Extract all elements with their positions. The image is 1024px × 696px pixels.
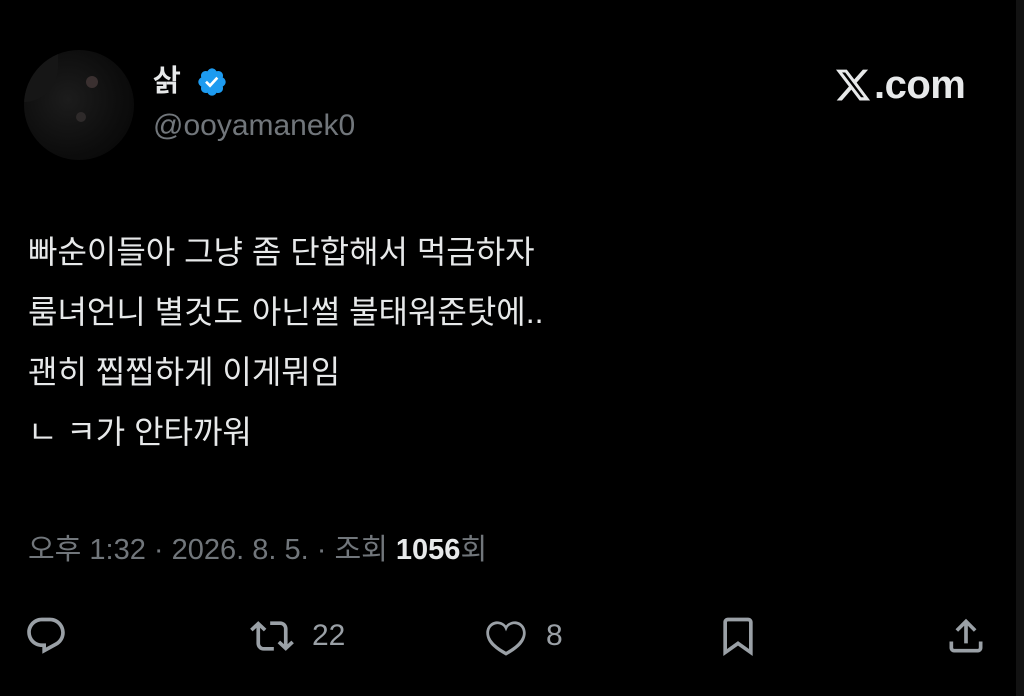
- tweet-time[interactable]: 오후 1:32: [28, 534, 146, 566]
- retweet-button[interactable]: 22: [250, 612, 345, 660]
- like-count: 8: [546, 619, 563, 652]
- share-button[interactable]: [944, 612, 988, 660]
- avatar-ear-shape: [24, 50, 58, 102]
- bookmark-icon: [723, 617, 753, 657]
- meta-separator: ·: [308, 534, 335, 566]
- x-logo-icon: [835, 69, 871, 101]
- tweet-actions: 22 8: [0, 604, 1024, 668]
- tweet-text-line: 룸녀언니 별것도 아닌썰 불태워준탓에..: [28, 294, 544, 330]
- share-icon: [949, 618, 983, 653]
- display-name[interactable]: 삵: [153, 64, 181, 100]
- reply-button[interactable]: [24, 612, 68, 660]
- retweet-count: 22: [312, 619, 346, 652]
- views-count: 1056: [395, 534, 461, 566]
- tweet-date[interactable]: 2026. 8. 5.: [172, 534, 309, 566]
- heart-icon: [486, 621, 526, 656]
- tweet-text-line: 괜히 찝찝하게 이게뭐임: [28, 354, 341, 390]
- avatar-eye-shape: [86, 76, 98, 88]
- brand-logo: .com: [834, 62, 966, 108]
- tweet-body: 빠순이들아 그냥 좀 단합해서 먹금하자 룸녀언니 별것도 아닌썰 불태워준탓에…: [28, 222, 928, 462]
- tweet-text-line: 빠순이들아 그냥 좀 단합해서 먹금하자: [28, 234, 535, 270]
- tweet-card: 삵 @ooyamanek0 .com 빠순이들아 그냥 좀 단합해서 먹금하자 …: [0, 0, 1024, 696]
- avatar-eye-shape: [76, 112, 86, 122]
- views-suffix: 회: [460, 534, 488, 566]
- user-handle[interactable]: @ooyamanek0: [153, 108, 355, 144]
- reply-icon: [27, 617, 65, 654]
- tweet-text-line: ㄴ ㅋ가 안타까워: [28, 414, 252, 450]
- views-label: 조회: [334, 534, 396, 566]
- avatar[interactable]: [24, 50, 134, 160]
- brand-logo-text: .com: [874, 62, 966, 107]
- verified-badge-icon: [198, 68, 226, 96]
- retweet-icon: [250, 621, 294, 651]
- scrollbar-edge: [1016, 0, 1024, 696]
- tweet-meta: 오후 1:32 · 2026. 8. 5. · 조회 1056회: [28, 530, 487, 570]
- meta-separator: ·: [145, 534, 172, 566]
- bookmark-button[interactable]: [716, 612, 760, 660]
- like-button[interactable]: 8: [484, 612, 563, 660]
